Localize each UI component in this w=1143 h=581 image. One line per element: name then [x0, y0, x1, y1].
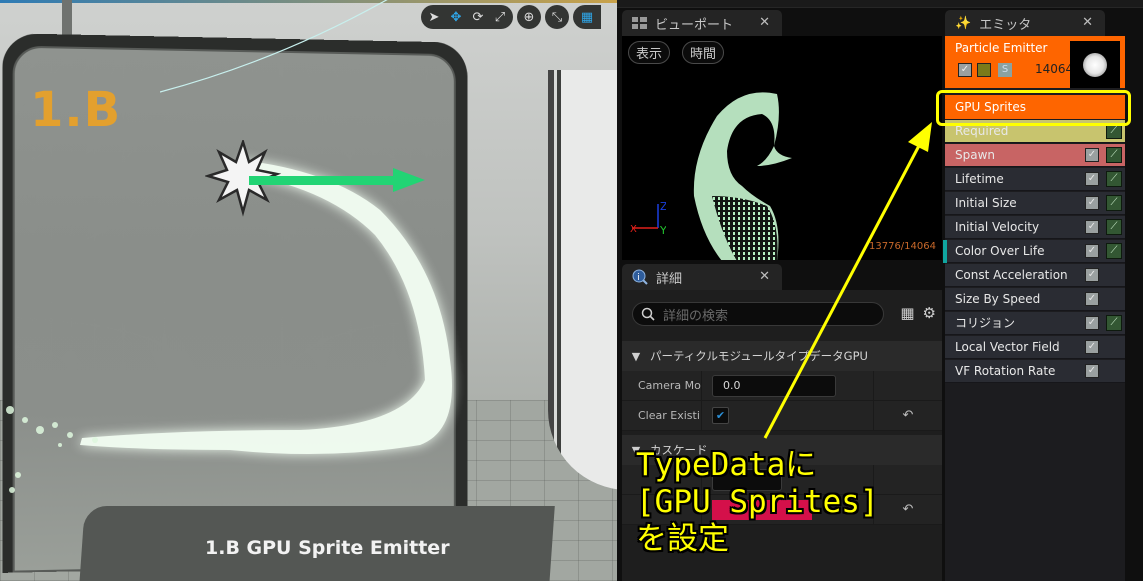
- module-row[interactable]: Size By Speed ✓: [945, 288, 1125, 311]
- level-viewport[interactable]: 1.B 1.B GPU Sprite Emitter ➤ ✥ ⟳ ⤢ ⊕ ⤡ ▦: [0, 0, 617, 581]
- search-icon: [641, 307, 655, 321]
- curve-editor-icon[interactable]: ⟋: [1106, 219, 1122, 235]
- transform-tools: ➤ ✥ ⟳ ⤢: [421, 5, 513, 29]
- world-local-icon: ⊕: [523, 9, 535, 25]
- rotate-icon[interactable]: ⟳: [471, 10, 485, 24]
- module-enabled-checkbox[interactable]: ✓: [1085, 340, 1099, 354]
- scattered-particles: [6, 406, 98, 493]
- surface-snap-button[interactable]: ⤡: [545, 5, 569, 29]
- axis-z-label: Z: [660, 200, 666, 213]
- module-label: Size By Speed: [955, 292, 1041, 306]
- time-button[interactable]: 時間: [682, 41, 725, 64]
- direction-arrow-shaft: [249, 176, 397, 185]
- select-arrow-icon[interactable]: ➤: [427, 10, 441, 24]
- curve-editor-icon[interactable]: ⟋: [1106, 195, 1122, 211]
- module-label: Const Acceleration: [955, 268, 1068, 282]
- axis-y-label: Y: [659, 224, 666, 236]
- module-enabled-checkbox[interactable]: ✓: [1085, 196, 1099, 210]
- module-label: Color Over Life: [955, 244, 1045, 258]
- module-label: コリジョン: [955, 316, 1016, 330]
- emitter-thumbnail: [1070, 41, 1120, 88]
- curve-editor-icon[interactable]: ⟋: [1106, 147, 1122, 163]
- grid-snap-icon: ▦: [580, 9, 594, 25]
- translate-icon[interactable]: ✥: [449, 10, 463, 24]
- close-icon[interactable]: ✕: [1082, 15, 1093, 30]
- module-label: Initial Velocity: [955, 220, 1040, 234]
- annotation-text: TypeDataに [GPU Sprites] を設定: [636, 447, 879, 557]
- direction-arrow-head: [393, 168, 425, 192]
- module-row[interactable]: Initial Velocity ✓ ⟋: [945, 216, 1125, 239]
- velocity-trace-line: [160, 0, 388, 93]
- tab-emitters[interactable]: ✨ エミッタ ✕: [945, 10, 1105, 36]
- svg-text:i: i: [637, 273, 640, 283]
- tab-viewport-label: ビューポート: [655, 17, 734, 33]
- emitter-enabled-checkbox[interactable]: ✓: [958, 63, 972, 77]
- module-enabled-checkbox[interactable]: ✓: [1085, 364, 1099, 378]
- curve-editor-icon[interactable]: ⟋: [1106, 315, 1122, 331]
- scale-icon[interactable]: ⤢: [493, 10, 507, 24]
- module-label: Local Vector Field: [955, 340, 1060, 354]
- module-enabled-checkbox[interactable]: ✓: [1085, 268, 1099, 282]
- module-label: Lifetime: [955, 172, 1004, 186]
- editor-top-strip: [617, 0, 1143, 8]
- tab-viewport[interactable]: ビューポート ✕: [622, 10, 782, 36]
- emitter-name: Particle Emitter: [955, 41, 1048, 55]
- viewport-toolbar: ➤ ✥ ⟳ ⤢ ⊕ ⤡ ▦: [421, 5, 601, 29]
- annotation-highlight-box: [936, 90, 1131, 126]
- world-local-button[interactable]: ⊕: [517, 5, 541, 29]
- module-label: VF Rotation Rate: [955, 364, 1056, 378]
- module-row[interactable]: VF Rotation Rate ✓: [945, 360, 1125, 383]
- module-label: Spawn: [955, 148, 996, 162]
- close-icon[interactable]: ✕: [759, 15, 770, 30]
- module-row[interactable]: Color Over Life ✓ ⟋: [943, 240, 1125, 263]
- module-enabled-checkbox[interactable]: ✓: [1085, 220, 1099, 234]
- emitter-header[interactable]: Particle Emitter ✓ S 14064: [945, 36, 1125, 88]
- surface-snap-icon: ⤡: [551, 9, 563, 25]
- emitter-sparkle-icon: ✨: [955, 15, 972, 31]
- module-label: Initial Size: [955, 196, 1017, 210]
- tab-details-label: 詳細: [656, 271, 683, 287]
- module-enabled-checkbox[interactable]: ✓: [1085, 292, 1099, 306]
- emitter-solo-button[interactable]: S: [998, 63, 1012, 77]
- viewport-grid-icon: [632, 17, 647, 29]
- module-row[interactable]: Local Vector Field ✓: [945, 336, 1125, 359]
- module-row[interactable]: コリジョン ✓ ⟋: [945, 312, 1125, 335]
- module-row[interactable]: Initial Size ✓ ⟋: [945, 192, 1125, 215]
- prop-name: Camera Mo: [622, 370, 702, 401]
- plaque-label: 1.B GPU Sprite Emitter: [205, 537, 450, 559]
- module-enabled-checkbox[interactable]: ✓: [1085, 172, 1099, 186]
- prop-name: Clear Existi: [622, 400, 702, 431]
- module-enabled-checkbox[interactable]: ✓: [1085, 316, 1099, 330]
- module-enabled-checkbox[interactable]: ✓: [1085, 148, 1099, 162]
- module-label: Required: [955, 124, 1009, 138]
- details-info-icon: i: [632, 269, 648, 285]
- show-button[interactable]: 表示: [628, 41, 671, 64]
- screen: 1.B 1.B GPU Sprite Emitter ➤ ✥ ⟳ ⤢ ⊕ ⤡ ▦…: [0, 0, 1143, 581]
- module-row[interactable]: Const Acceleration ✓: [945, 264, 1125, 287]
- curve-editor-icon[interactable]: ⟋: [1106, 243, 1122, 259]
- curve-editor-icon[interactable]: ⟋: [1106, 171, 1122, 187]
- axis-gizmo: Z Y X: [630, 200, 666, 236]
- module-enabled-checkbox[interactable]: ✓: [1085, 244, 1099, 258]
- module-row[interactable]: Lifetime ✓ ⟋: [945, 168, 1125, 191]
- module-row[interactable]: Spawn ✓ ⟋: [945, 144, 1125, 167]
- tab-emitters-label: エミッタ: [979, 17, 1032, 33]
- reset-to-default-icon[interactable]: ↶: [874, 502, 942, 517]
- chevron-down-icon: ▼: [631, 349, 641, 363]
- axis-x-label: X: [630, 224, 637, 235]
- emitter-render-mode-icon[interactable]: [977, 63, 991, 77]
- annotation-arrow: [763, 122, 932, 439]
- emitter-particle-count: 14064: [1035, 62, 1074, 76]
- grid-snap-button[interactable]: ▦: [573, 5, 601, 29]
- emitter-actor[interactable]: [205, 140, 435, 230]
